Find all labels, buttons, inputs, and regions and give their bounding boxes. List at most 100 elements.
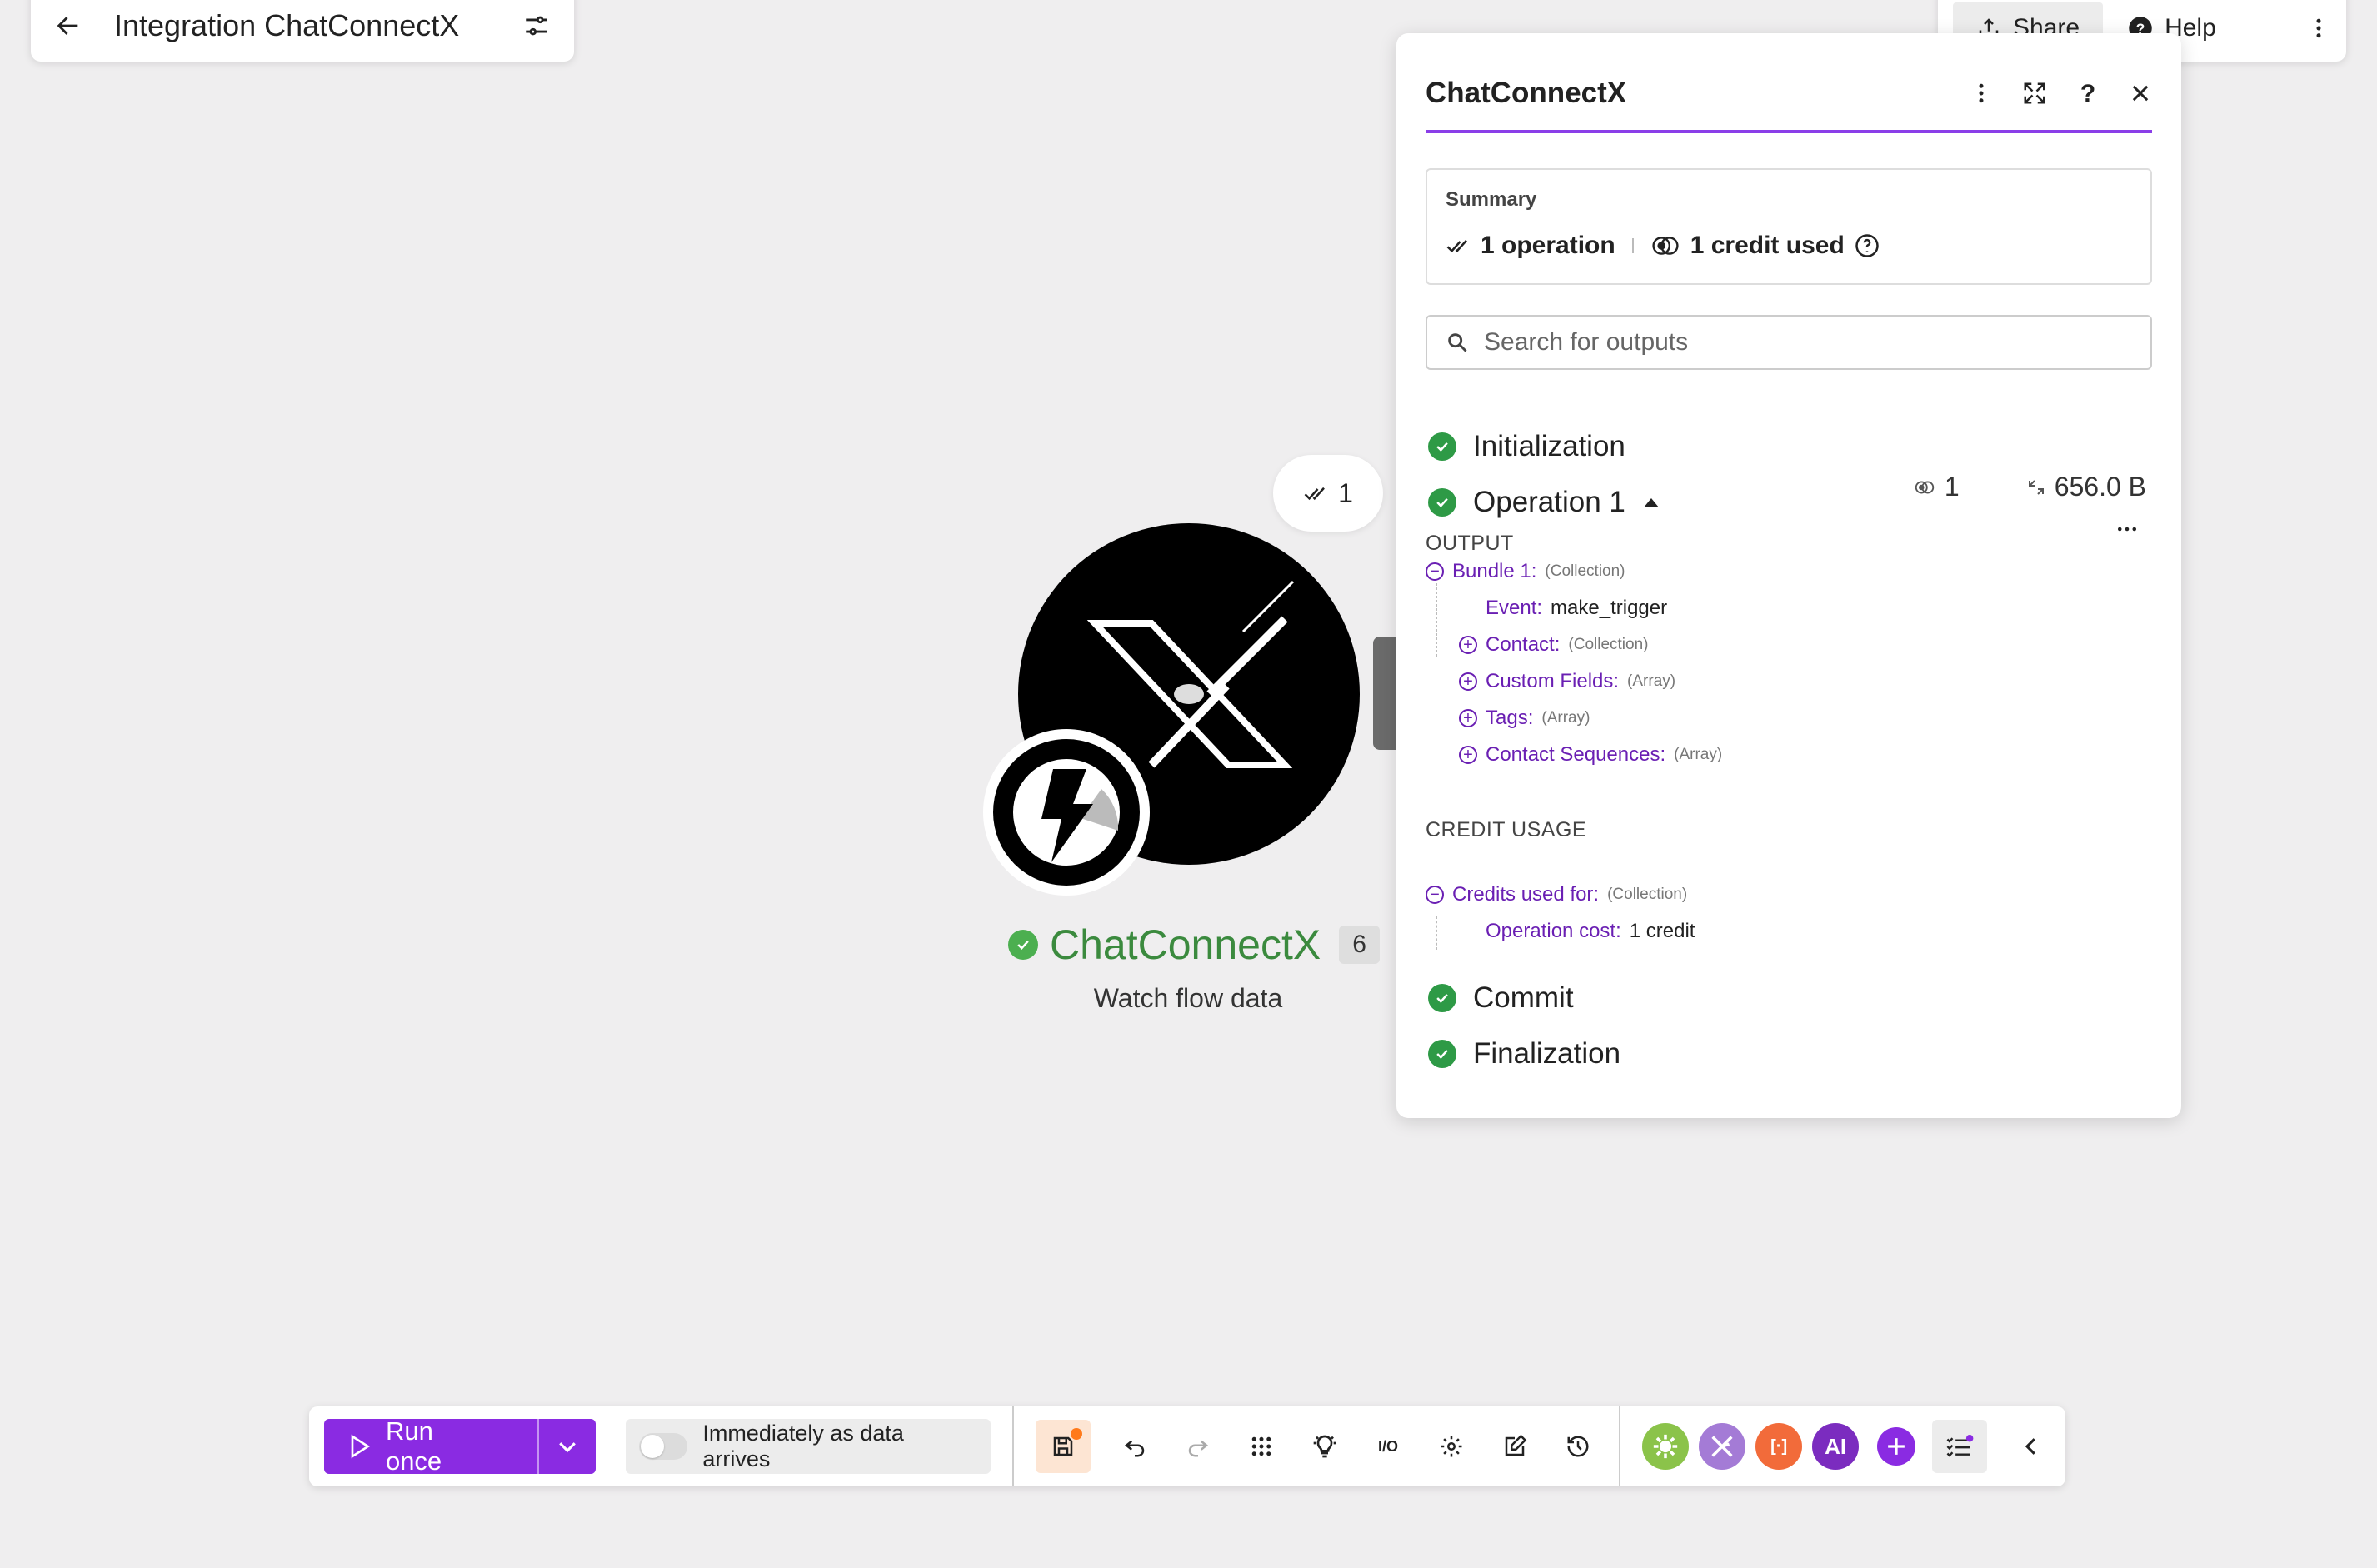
phase-initialization[interactable]: Initialization [1428, 430, 1625, 463]
phase-operation-1[interactable]: Operation 1 [1428, 486, 1660, 519]
schedule-toggle[interactable] [639, 1433, 688, 1460]
phase-label: Commit [1473, 981, 1574, 1014]
expand-node-icon[interactable]: + [1459, 709, 1477, 727]
ai-app-icon[interactable]: AI [1812, 1423, 1860, 1470]
svg-text:?: ? [2080, 81, 2095, 106]
instant-trigger-badge [983, 729, 1150, 896]
run-once-button[interactable]: Run once [324, 1416, 597, 1476]
output-panel: ChatConnectX ? Summary 1 operation 1 cre… [1396, 33, 2181, 1118]
tree-key: Custom Fields: [1486, 670, 1620, 692]
tree-value: 1 credit [1629, 920, 1695, 942]
schedule-label: Immediately as data arrives [702, 1421, 904, 1471]
module-name[interactable]: ChatConnectX [1050, 921, 1321, 969]
text-parser-app-icon[interactable]: [·] [1755, 1423, 1803, 1470]
credit-coins-icon [1652, 237, 1679, 255]
expand-icon[interactable] [2022, 81, 2047, 106]
settings-sliders-icon[interactable] [522, 12, 551, 40]
schedule-setting[interactable]: Immediately as data arrives [626, 1419, 991, 1474]
expand-node-icon[interactable]: + [1459, 636, 1477, 654]
expand-node-icon[interactable]: + [1459, 672, 1477, 691]
operation-stats: 1 656.0 B [1913, 472, 2146, 502]
redo-button[interactable] [1179, 1427, 1217, 1466]
bubble-count: 1 [1338, 477, 1353, 508]
run-once-main[interactable]: Run once [324, 1416, 540, 1476]
tools-app-icon[interactable] [1642, 1423, 1690, 1470]
credit-usage-section-label: CREDIT USAGE [1426, 818, 1587, 841]
module-label: ChatConnectX 6 [1008, 915, 1380, 975]
io-icon: I/O [1378, 1438, 1398, 1455]
output-more-icon[interactable] [2115, 517, 2140, 542]
history-button[interactable] [1559, 1427, 1597, 1466]
tree-node[interactable]: − Bundle 1: (Collection) [1426, 560, 1625, 583]
undo-button[interactable] [1116, 1427, 1154, 1466]
success-check-icon [1428, 1040, 1456, 1068]
auto-align-button[interactable] [1242, 1427, 1281, 1466]
save-button[interactable] [1036, 1420, 1091, 1473]
scenario-settings-button[interactable] [1432, 1427, 1471, 1466]
tree-type: (Collection) [1607, 886, 1688, 903]
checklist-icon [1946, 1435, 1974, 1457]
size-stat: 656.0 B [2026, 472, 2146, 502]
phase-finalization[interactable]: Finalization [1428, 1037, 1620, 1071]
lightbulb-icon [1313, 1435, 1336, 1458]
tree-node: Event: make_trigger [1459, 597, 1667, 620]
credit-coins-icon [1915, 481, 1935, 493]
notes-button[interactable] [1496, 1427, 1534, 1466]
toolbar-divider [1012, 1406, 1015, 1486]
io-button[interactable]: I/O [1369, 1427, 1407, 1466]
collapse-triangle-icon[interactable] [1642, 496, 1660, 509]
add-module-button[interactable] [1877, 1427, 1916, 1466]
panel-help-icon[interactable]: ? [2075, 81, 2100, 106]
transfer-arrows-icon [2028, 479, 2044, 495]
tree-type: (Array) [1674, 746, 1723, 763]
explain-flow-button[interactable] [1306, 1427, 1344, 1466]
close-icon[interactable] [2129, 82, 2152, 105]
collapse-node-icon[interactable]: − [1426, 886, 1444, 904]
tree-type: (Array) [1541, 709, 1590, 727]
run-once-label: Run once [385, 1416, 442, 1476]
tree-node[interactable]: + Contact Sequences: (Array) [1459, 743, 1722, 767]
output-section-label: OUTPUT [1426, 532, 1514, 555]
lightning-icon [1013, 759, 1120, 866]
redo-icon [1188, 1440, 1209, 1457]
bottom-toolbar: Run once Immediately as data arrives I/O [309, 1406, 2065, 1486]
panel-more-icon[interactable] [1969, 81, 1994, 106]
tree-key: Tags: [1486, 707, 1534, 729]
tree-key: Event: [1486, 597, 1543, 619]
data-size: 656.0 B [2054, 472, 2146, 502]
success-check-icon [1428, 984, 1456, 1012]
tree-key: Contact Sequences: [1486, 743, 1666, 766]
more-vertical-icon[interactable] [2306, 16, 2331, 41]
flow-control-app-icon[interactable] [1699, 1423, 1746, 1470]
tree-node[interactable]: + Custom Fields: (Array) [1459, 670, 1675, 693]
scenario-title[interactable]: Integration ChatConnectX [114, 8, 522, 43]
unsaved-dot [1071, 1428, 1083, 1440]
module-subtitle: Watch flow data [1093, 983, 1283, 1013]
edit-note-icon [1505, 1434, 1527, 1456]
tree-node[interactable]: − Credits used for: (Collection) [1426, 883, 1687, 906]
tree-node[interactable]: + Tags: (Array) [1459, 707, 1590, 730]
phase-commit[interactable]: Commit [1428, 981, 1574, 1015]
summary-operations: 1 operation [1481, 232, 1615, 259]
info-help-icon[interactable] [1855, 233, 1880, 258]
scenario-header: Integration ChatConnectX [31, 0, 574, 62]
search-input[interactable] [1482, 327, 2132, 357]
tree-type: (Collection) [1545, 562, 1625, 580]
collapse-toolbar-button[interactable] [2012, 1427, 2050, 1466]
phase-label: Operation 1 [1473, 486, 1625, 518]
chevron-left-icon [2025, 1438, 2035, 1455]
tree-node[interactable]: + Contact: (Collection) [1459, 633, 1648, 657]
collapse-node-icon[interactable]: − [1426, 562, 1444, 581]
operations-bubble[interactable]: 1 [1273, 455, 1383, 532]
tree-type: (Array) [1627, 672, 1676, 690]
expand-node-icon[interactable]: + [1459, 746, 1477, 764]
run-options-dropdown[interactable] [539, 1419, 596, 1474]
tree-node: Operation cost: 1 credit [1459, 920, 1695, 943]
checklist-button[interactable] [1932, 1420, 1988, 1473]
success-check-icon [1428, 432, 1456, 461]
output-search[interactable] [1426, 315, 2152, 370]
back-arrow-icon[interactable] [54, 12, 82, 40]
toolbar-divider [1619, 1406, 1621, 1486]
undo-icon [1125, 1440, 1145, 1457]
search-icon [1448, 333, 1467, 352]
